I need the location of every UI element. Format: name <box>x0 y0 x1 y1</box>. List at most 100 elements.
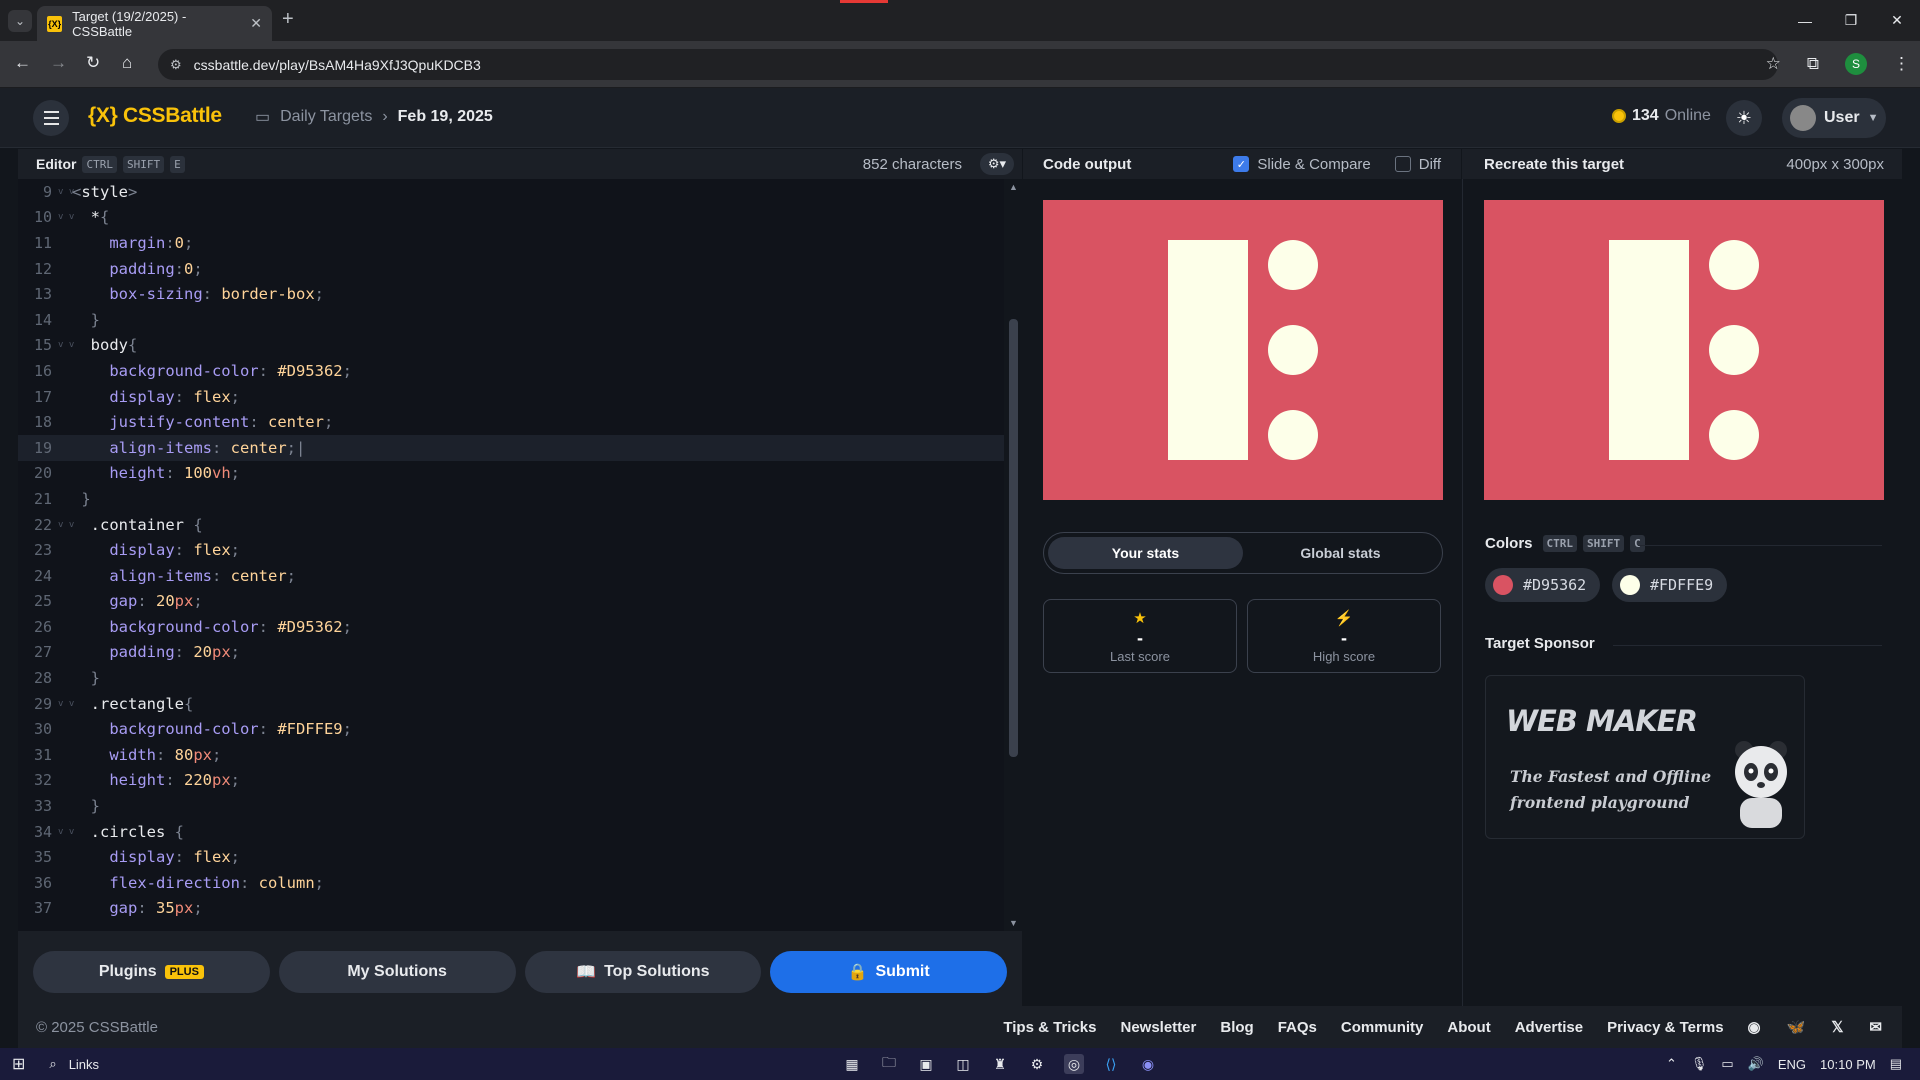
chrome-icon[interactable]: ◎ <box>1064 1054 1084 1074</box>
target-canvas[interactable] <box>1484 200 1884 500</box>
code-line[interactable]: 11 margin:0; <box>18 230 1004 256</box>
language-indicator[interactable]: ENG <box>1778 1057 1806 1072</box>
breadcrumb-daily-targets[interactable]: Daily Targets <box>280 108 372 126</box>
code-line[interactable]: 17 display: flex; <box>18 384 1004 410</box>
fold-marker[interactable]: v v <box>52 520 74 530</box>
slide-compare-option[interactable]: ✓ Slide & Compare <box>1233 156 1371 173</box>
code-line[interactable]: 26 background-color: #D95362; <box>18 614 1004 640</box>
fold-marker[interactable]: v v <box>52 699 74 709</box>
menu-kebab-icon[interactable]: ⋮ <box>1893 54 1910 74</box>
tab-close-icon[interactable]: ✕ <box>250 15 262 32</box>
microphone-icon[interactable]: 🎙 <box>1691 1056 1708 1072</box>
footer-link-blog[interactable]: Blog <box>1220 1019 1253 1036</box>
steam-icon[interactable]: ⚙ <box>1027 1054 1047 1074</box>
submit-button[interactable]: 🔒 Submit <box>770 951 1007 993</box>
photos-app-icon[interactable]: ▣ <box>916 1054 936 1074</box>
footer-link-advertise[interactable]: Advertise <box>1515 1019 1583 1036</box>
my-solutions-button[interactable]: My Solutions <box>278 951 516 993</box>
windows-start-icon[interactable]: ⊞ <box>12 1054 25 1074</box>
taskbar-search[interactable]: ⌕ Links <box>49 1056 99 1072</box>
scrollbar-thumb[interactable] <box>1009 319 1018 757</box>
scroll-up-arrow-icon[interactable]: ▲ <box>1009 182 1018 192</box>
footer-link-tips[interactable]: Tips & Tricks <box>1003 1019 1096 1036</box>
footer-link-privacy[interactable]: Privacy & Terms <box>1607 1019 1723 1036</box>
fold-marker[interactable]: v v <box>52 212 74 222</box>
footer-link-newsletter[interactable]: Newsletter <box>1120 1019 1196 1036</box>
close-window-icon[interactable]: ✕ <box>1874 0 1920 41</box>
code-line[interactable]: 22 v v .container { <box>18 512 1004 538</box>
code-line[interactable]: 9v v < style > <box>18 179 1004 205</box>
color-swatch[interactable]: #FDFFE9 <box>1612 568 1728 602</box>
editor-settings-gear-icon[interactable]: ⚙▾ <box>980 153 1014 175</box>
home-icon[interactable]: ⌂ <box>122 53 132 73</box>
volume-icon[interactable]: 🔊 <box>1748 1056 1764 1072</box>
new-tab-plus-icon[interactable]: + <box>282 8 294 31</box>
code-line[interactable]: 13 box-sizing: border-box; <box>18 281 1004 307</box>
diff-option[interactable]: Diff <box>1394 156 1441 173</box>
app-icon[interactable]: ♜ <box>990 1054 1010 1074</box>
code-editor[interactable]: 9v v < style >10 v v *{11 margin:0; 12 paddin… <box>18 179 1004 931</box>
url-field[interactable]: ⚙ cssbattle.dev/play/BsAM4Ha9XfJ3QpuKDCB… <box>158 49 1778 80</box>
fold-marker[interactable]: v v <box>52 340 74 350</box>
editor-scrollbar[interactable]: ▲ ▼ <box>1005 179 1022 931</box>
reload-icon[interactable]: ↻ <box>86 53 100 73</box>
x-twitter-icon[interactable]: 𝕏 <box>1831 1018 1843 1036</box>
code-line[interactable]: 33 } <box>18 793 1004 819</box>
code-line[interactable]: 35 display: flex; <box>18 844 1004 870</box>
code-line[interactable]: 16 background-color: #D95362; <box>18 358 1004 384</box>
extensions-puzzle-icon[interactable]: ⧉ <box>1807 54 1819 74</box>
code-line[interactable]: 28 } <box>18 665 1004 691</box>
forward-arrow-icon[interactable]: → <box>50 53 67 73</box>
code-line[interactable]: 23 display: flex; <box>18 537 1004 563</box>
code-line[interactable]: 20 height: 100 vh; <box>18 461 1004 487</box>
code-line[interactable]: 34 v v .circles { <box>18 819 1004 845</box>
discord-app-icon[interactable]: ◉ <box>1138 1054 1158 1074</box>
code-line[interactable]: 36 flex-direction: column; <box>18 870 1004 896</box>
tray-chevron-up-icon[interactable]: ⌃ <box>1666 1056 1677 1072</box>
fold-marker[interactable]: v v <box>52 187 74 197</box>
minimize-icon[interactable]: — <box>1782 0 1828 41</box>
network-icon[interactable]: ▭ <box>1721 1056 1733 1072</box>
code-line[interactable]: 21 } <box>18 486 1004 512</box>
file-explorer-icon[interactable]: 🗀 <box>879 1054 899 1074</box>
code-line[interactable]: 18 justify-content: center; <box>18 409 1004 435</box>
top-solutions-button[interactable]: 📖 Top Solutions <box>524 951 762 993</box>
clock[interactable]: 10:10 PM <box>1820 1057 1876 1072</box>
code-line[interactable]: 31 width: 80 px; <box>18 742 1004 768</box>
restore-icon[interactable]: ❐ <box>1828 0 1874 41</box>
notifications-icon[interactable]: ▤ <box>1890 1056 1902 1072</box>
code-line[interactable]: 15 v v body{ <box>18 333 1004 359</box>
calendar-app-icon[interactable]: ▦ <box>842 1054 862 1074</box>
code-line[interactable]: 29 v v .rectangle{ <box>18 691 1004 717</box>
site-info-icon[interactable]: ⚙ <box>170 57 182 73</box>
hamburger-menu-button[interactable] <box>33 100 69 136</box>
code-line[interactable]: 27 padding: 20 px; <box>18 640 1004 666</box>
tab-search-chevron-icon[interactable]: ⌄ <box>8 10 32 32</box>
code-line[interactable]: 12 padding:0; <box>18 256 1004 282</box>
code-line[interactable]: 24 align-items: center; <box>18 563 1004 589</box>
cssbattle-logo[interactable]: {X} CSSBattle <box>88 104 222 128</box>
browser-tab[interactable]: {X} Target (19/2/2025) - CSSBattle ✕ <box>37 6 272 41</box>
code-line[interactable]: 14 } <box>18 307 1004 333</box>
code-line[interactable]: 37 gap: 35 px; <box>18 896 1004 922</box>
code-line[interactable]: 32 height: 220 px; <box>18 768 1004 794</box>
back-arrow-icon[interactable]: ← <box>14 53 31 73</box>
bookmark-star-icon[interactable]: ☆ <box>1766 54 1781 74</box>
tab-your-stats[interactable]: Your stats <box>1048 537 1243 569</box>
user-menu-button[interactable]: User ▼ <box>1782 98 1886 138</box>
app-icon[interactable]: ◫ <box>953 1054 973 1074</box>
profile-avatar[interactable]: S <box>1845 53 1867 75</box>
discord-icon[interactable]: ◉ <box>1748 1018 1761 1036</box>
code-line[interactable]: 10 v v *{ <box>18 205 1004 231</box>
sponsor-banner[interactable]: WEB MAKER The Fastest and Offline fronte… <box>1485 675 1805 839</box>
code-line[interactable]: 30 background-color: #FDFFE9; <box>18 716 1004 742</box>
code-output-canvas[interactable] <box>1043 200 1443 500</box>
scroll-down-arrow-icon[interactable]: ▼ <box>1009 918 1018 928</box>
code-line[interactable]: 19 align-items: center ;| <box>18 434 1004 461</box>
code-line[interactable]: 25 gap: 20 px; <box>18 589 1004 615</box>
footer-link-community[interactable]: Community <box>1341 1019 1424 1036</box>
theme-toggle-sun-icon[interactable]: ☀ <box>1726 100 1762 136</box>
bluesky-butterfly-icon[interactable]: 🦋 <box>1787 1018 1806 1036</box>
footer-link-faqs[interactable]: FAQs <box>1278 1019 1317 1036</box>
plugins-button[interactable]: Plugins PLUS <box>33 951 270 993</box>
